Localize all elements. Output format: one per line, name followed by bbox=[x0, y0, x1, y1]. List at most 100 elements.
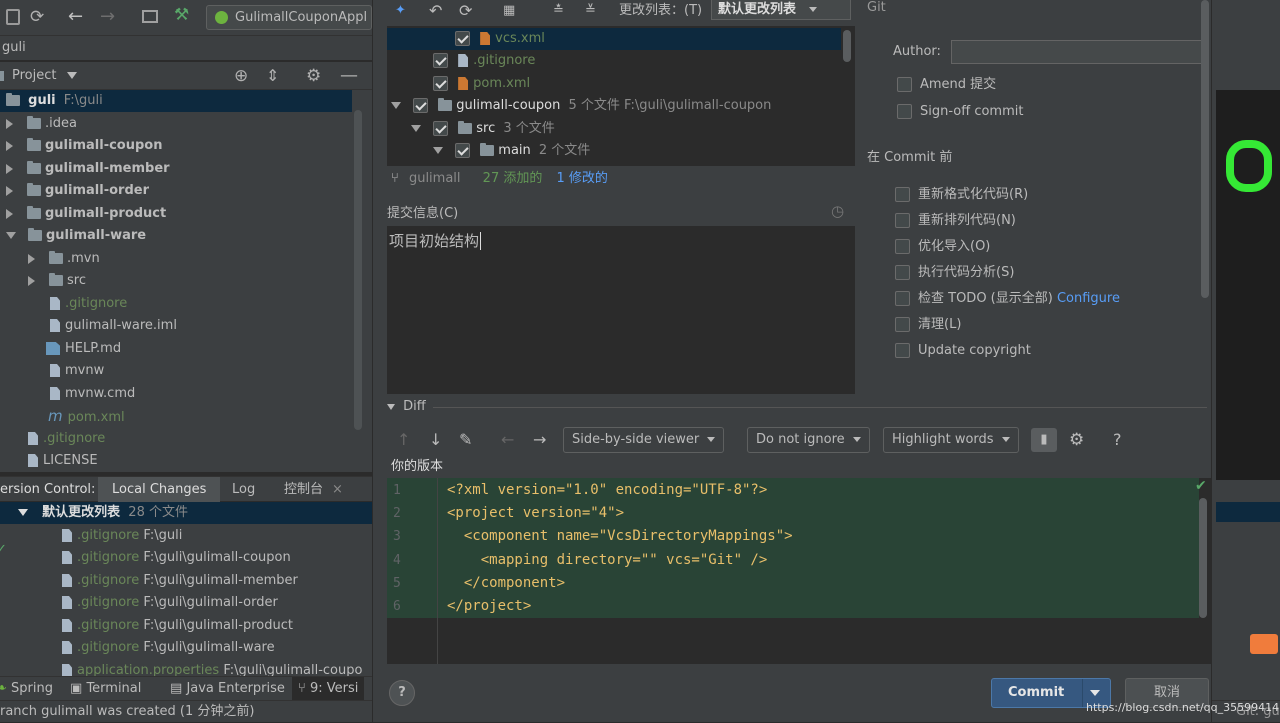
pin-icon[interactable]: ✦ bbox=[395, 0, 406, 22]
amend-option[interactable]: Amend 提交 bbox=[897, 74, 996, 96]
option-code-analysis[interactable]: 执行代码分析(S) bbox=[895, 262, 1014, 284]
diff-scrollbar[interactable] bbox=[1199, 498, 1207, 618]
tree-item-mvnw-cmd[interactable]: mvnw.cmd bbox=[50, 383, 135, 405]
file-row-vcs-xml[interactable]: vcs.xml bbox=[387, 28, 841, 50]
tool-tab-java-enterprise[interactable]: ▤ Java Enterprise bbox=[170, 677, 285, 701]
tree-item-gulimall-order[interactable]: gulimall-order bbox=[6, 180, 149, 202]
tree-item-mvnw[interactable]: mvnw bbox=[50, 360, 104, 382]
option-checkbox[interactable] bbox=[895, 187, 910, 202]
list-item[interactable]: .gitignore F:\guli\gulimall-member bbox=[62, 570, 298, 592]
option-optimize-imports[interactable]: 优化导入(O) bbox=[895, 236, 990, 258]
tree-item-gulimall-ware[interactable]: gulimall-ware bbox=[6, 225, 146, 247]
list-item[interactable]: .gitignore F:\guli\gulimall-product bbox=[62, 615, 293, 637]
collapse-all-icon[interactable]: ⇕ bbox=[266, 62, 279, 90]
include-checkbox[interactable] bbox=[455, 31, 470, 46]
option-cleanup[interactable]: 清理(L) bbox=[895, 314, 961, 336]
gear-icon[interactable]: ⚙ bbox=[1069, 426, 1084, 454]
amend-checkbox[interactable] bbox=[897, 77, 912, 92]
file-row-pom[interactable]: pom.xml bbox=[433, 73, 530, 95]
screen-icon[interactable] bbox=[142, 10, 158, 23]
signoff-option[interactable]: Sign-off commit bbox=[897, 101, 1023, 123]
lock-icon[interactable]: ▮ bbox=[1031, 428, 1057, 452]
option-checkbox[interactable] bbox=[895, 213, 910, 228]
gear-icon[interactable]: ⚙ bbox=[306, 62, 321, 90]
breadcrumb-root[interactable]: guli bbox=[2, 40, 26, 55]
tree-item-idea[interactable]: .idea bbox=[6, 113, 77, 135]
option-reformat[interactable]: 重新格式化代码(R) bbox=[895, 184, 1028, 206]
project-view-selector[interactable]: Project bbox=[12, 62, 77, 90]
option-checkbox[interactable] bbox=[895, 317, 910, 332]
tree-scrollbar[interactable] bbox=[354, 110, 362, 430]
tree-item-mvn[interactable]: .mvn bbox=[28, 248, 100, 270]
list-item[interactable]: application.properties F:\guli\gulimall-… bbox=[62, 660, 362, 676]
next-diff-icon[interactable]: ↓ bbox=[429, 426, 442, 454]
expand-all-icon[interactable]: ≛ bbox=[553, 0, 564, 22]
ignore-whitespace-dropdown[interactable]: Do not ignore bbox=[747, 427, 870, 453]
options-scrollbar[interactable] bbox=[1201, 0, 1209, 298]
include-checkbox[interactable] bbox=[433, 76, 448, 91]
tool-tab-version-control[interactable]: ⑂ 9: Versi bbox=[292, 677, 365, 701]
file-row-gitignore[interactable]: .gitignore bbox=[433, 50, 535, 72]
files-scrollbar[interactable] bbox=[843, 30, 851, 62]
tab-log[interactable]: Log bbox=[232, 477, 255, 502]
group-by-icon[interactable]: ▦ bbox=[503, 0, 515, 22]
configure-link[interactable]: Configure bbox=[1057, 291, 1120, 306]
tree-item-gulimall-member[interactable]: gulimall-member bbox=[6, 158, 170, 180]
option-checkbox[interactable] bbox=[895, 265, 910, 280]
tree-item-help-md[interactable]: HELP.md bbox=[46, 338, 121, 360]
diff-toggle[interactable]: Diff bbox=[387, 398, 426, 416]
option-checkbox[interactable] bbox=[895, 291, 910, 306]
include-checkbox[interactable] bbox=[413, 98, 429, 113]
option-check-todo[interactable]: 检查 TODO (显示全部) Configure bbox=[895, 288, 1120, 310]
tree-item-gulimall-coupon[interactable]: gulimall-coupon bbox=[6, 135, 162, 157]
option-rearrange[interactable]: 重新排列代码(N) bbox=[895, 210, 1016, 232]
file-row-src[interactable]: src 3 个文件 bbox=[411, 118, 555, 140]
commit-options-dropdown-icon[interactable] bbox=[1090, 690, 1100, 696]
refresh-icon[interactable]: ⟳ bbox=[459, 0, 472, 22]
help-button[interactable]: ? bbox=[389, 680, 415, 706]
build-hammer-icon[interactable]: ⚒ bbox=[174, 5, 189, 25]
close-icon[interactable]: × bbox=[332, 477, 343, 502]
author-input[interactable] bbox=[951, 40, 1205, 64]
prev-diff-icon[interactable]: ↑ bbox=[397, 426, 410, 454]
viewer-mode-dropdown[interactable]: Side-by-side viewer bbox=[563, 427, 725, 453]
edit-pencil-icon[interactable]: ✎ bbox=[459, 426, 472, 454]
list-item[interactable]: .gitignore F:\guli bbox=[62, 525, 182, 547]
highlight-dropdown[interactable]: Highlight words bbox=[883, 427, 1019, 453]
tool-tab-terminal[interactable]: ▣ Terminal bbox=[70, 677, 141, 701]
changelist-header[interactable]: 默认更改列表 28 个文件 bbox=[0, 502, 372, 524]
minimize-icon[interactable]: — bbox=[340, 62, 358, 90]
forward-icon[interactable]: → bbox=[100, 6, 115, 27]
tool-tab-spring[interactable]: ❧ Spring bbox=[0, 677, 53, 701]
include-checkbox[interactable] bbox=[433, 53, 448, 68]
tab-local-changes[interactable]: Local Changes bbox=[98, 477, 221, 502]
revert-icon[interactable]: ↶ bbox=[429, 0, 442, 22]
list-item[interactable]: .gitignore F:\guli\gulimall-coupon bbox=[62, 547, 291, 569]
option-checkbox[interactable] bbox=[895, 343, 910, 358]
help-icon[interactable]: ? bbox=[1113, 426, 1122, 454]
tree-item-src[interactable]: src bbox=[28, 270, 86, 292]
next-file-icon[interactable]: → bbox=[533, 426, 546, 454]
option-update-copyright[interactable]: Update copyright bbox=[895, 340, 1031, 362]
tree-item-license[interactable]: LICENSE bbox=[28, 450, 98, 472]
signoff-checkbox[interactable] bbox=[897, 104, 912, 119]
file-row-main[interactable]: main 2 个文件 bbox=[433, 140, 590, 162]
include-checkbox[interactable] bbox=[433, 121, 449, 136]
tree-item-pom[interactable]: m pom.xml bbox=[48, 405, 125, 427]
collapse-all-icon[interactable]: ≚ bbox=[585, 0, 596, 22]
tree-item-guli[interactable]: guli F:\guli bbox=[0, 90, 352, 112]
prev-file-icon[interactable]: ← bbox=[501, 426, 514, 454]
list-item[interactable]: .gitignore F:\guli\gulimall-ware bbox=[62, 637, 275, 659]
tree-item-gitignore[interactable]: .gitignore bbox=[50, 293, 127, 315]
save-icon[interactable] bbox=[6, 9, 20, 25]
file-row-gulimall-coupon[interactable]: gulimall-coupon 5 个文件 F:\guli\gulimall-c… bbox=[391, 95, 771, 117]
run-config-selector[interactable]: GulimallCouponAppl bbox=[206, 5, 372, 30]
changelist-dropdown[interactable]: 默认更改列表 bbox=[711, 0, 851, 20]
tree-item-iml[interactable]: gulimall-ware.iml bbox=[50, 315, 177, 337]
tree-item-root-gitignore[interactable]: .gitignore bbox=[28, 428, 105, 450]
include-checkbox[interactable] bbox=[455, 143, 471, 158]
locate-target-icon[interactable]: ⊕ bbox=[234, 62, 248, 90]
list-item[interactable]: .gitignore F:\guli\gulimall-order bbox=[62, 592, 278, 614]
back-icon[interactable]: ← bbox=[68, 6, 83, 27]
vcs-side-icon[interactable]: ✓ bbox=[0, 542, 7, 557]
